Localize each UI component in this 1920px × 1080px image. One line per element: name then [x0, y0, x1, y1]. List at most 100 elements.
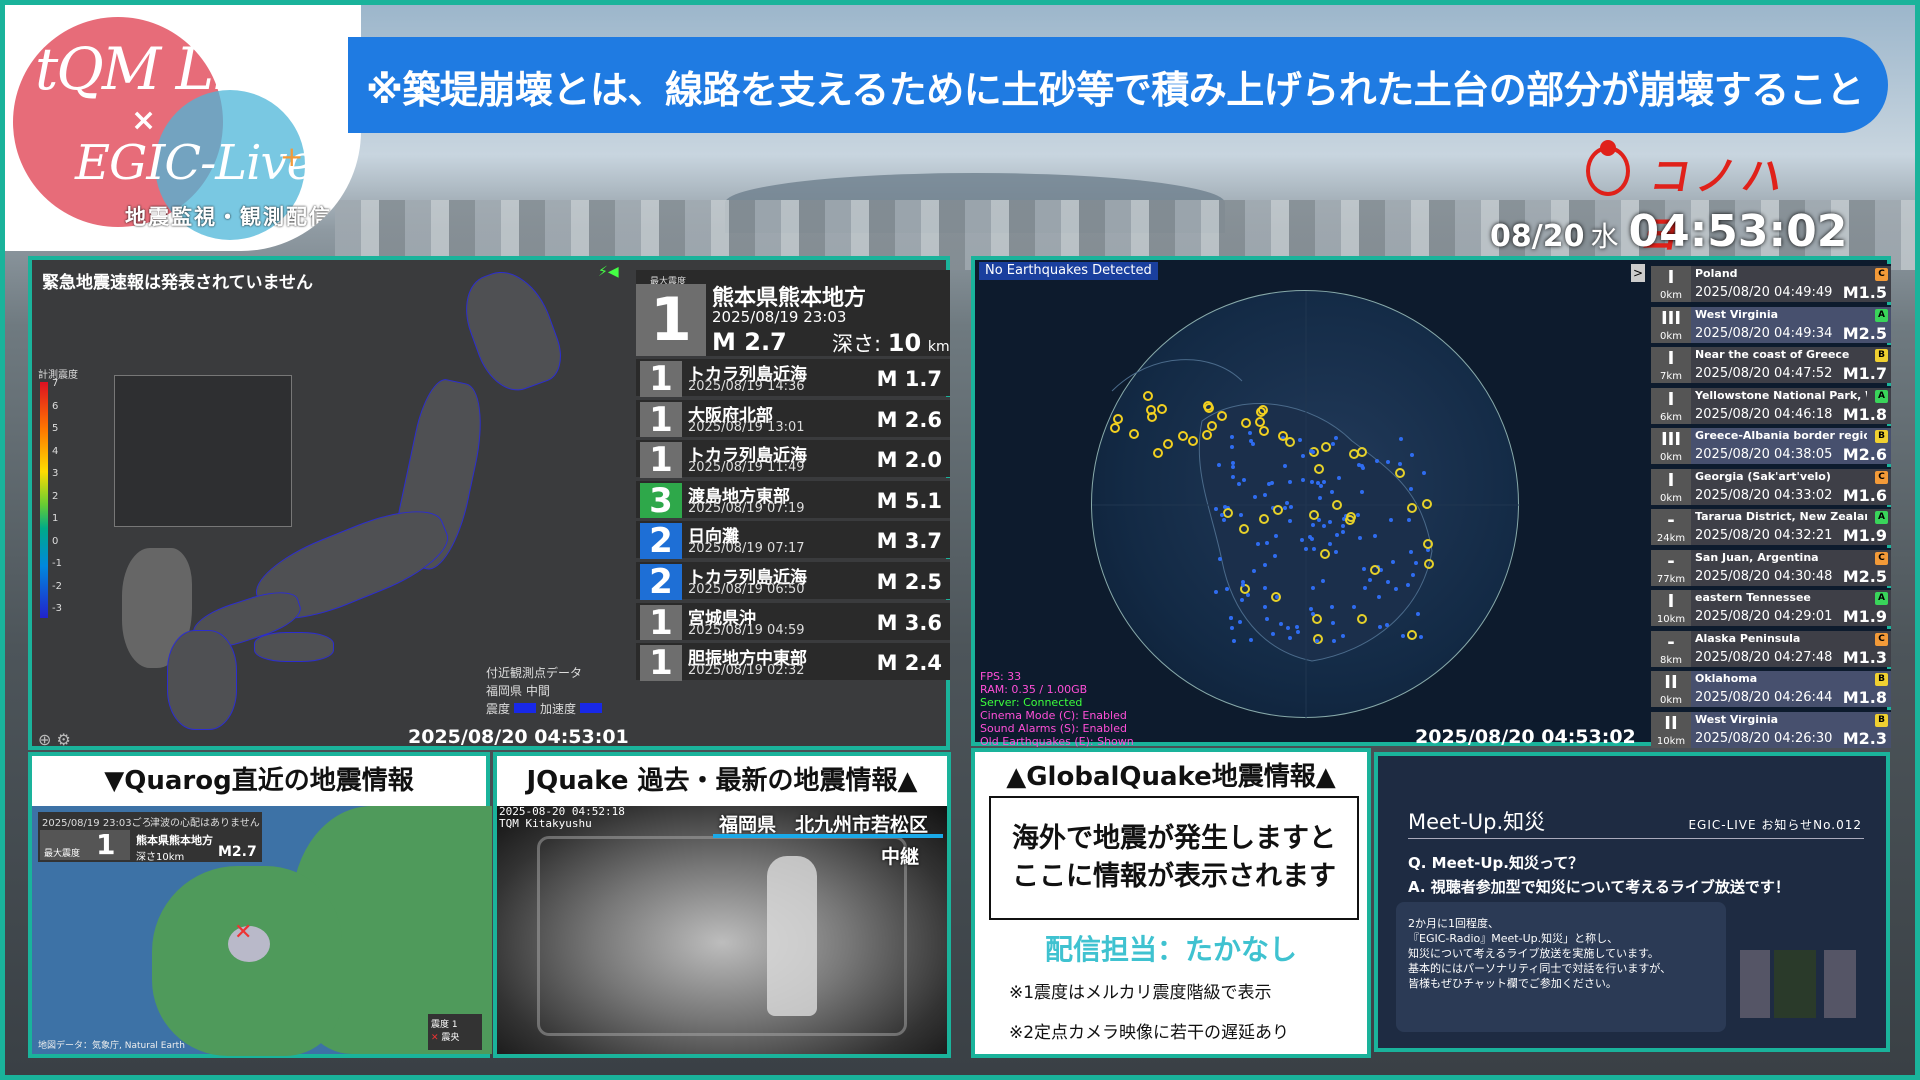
seismic-station-marker [1318, 483, 1323, 488]
gq-place: Greece-Albania border region [1695, 429, 1867, 442]
seismic-station-marker [1213, 506, 1218, 511]
globe-map[interactable] [1091, 290, 1520, 719]
gq-magnitude: M2.3 [1842, 728, 1887, 748]
jquake-header: JQuake 過去・最新の地震情報▲ [497, 756, 947, 806]
station-accel-swatch [580, 703, 603, 713]
epicenter-x-icon: ✕ [234, 920, 253, 945]
gq-quake-item[interactable]: -77km San Juan, Argentina 2025/08/20 04:… [1651, 547, 1891, 586]
quake-list-item[interactable]: 1 大阪府北部 2025/08/19 13:01 M 2.6 [636, 396, 950, 438]
quarog-card-label: 最大震度 [44, 849, 81, 859]
gq-stat-line: RAM: 0.35 / 1.00GB [980, 683, 1088, 696]
gq-depth: 10km [1656, 614, 1686, 625]
quarog-attribution: 地図データ：気象庁, Natural Earth [38, 1041, 185, 1051]
jquake-panel: JQuake 過去・最新の地震情報▲ 2025-08-20 04:52:18 TQ… [493, 752, 951, 1058]
gq-intensity: II 10km [1651, 711, 1691, 748]
seismic-station-marker [1314, 639, 1319, 643]
seismic-station-marker [1219, 512, 1224, 517]
gq-quake-info: West Virginia 2025/08/20 04:26:30 M2.3 B [1691, 711, 1891, 748]
gq-intensity: -77km [1651, 549, 1691, 586]
seismic-station-marker [1279, 621, 1284, 626]
station-intensity-swatch [514, 703, 537, 713]
settings-icons[interactable]: ⊕ ⚙ [38, 730, 71, 749]
quake-list-item[interactable]: 1 トカラ列島近海 2025/08/19 11:49 M 2.0 [636, 437, 950, 479]
seismic-station-marker [1241, 579, 1245, 584]
gq-quake-item[interactable]: I 0km Georgia (Sak'art'velo) 2025/08/20 0… [1651, 466, 1891, 505]
seismic-station-marker [1341, 529, 1346, 534]
gq-depth: 8km [1660, 654, 1682, 666]
gq-quake-item[interactable]: I 7km Near the coast of Greece 2025/08/20… [1651, 345, 1891, 383]
seismic-station-marker [1328, 519, 1333, 524]
gq-stat-line: Old Earthquakes (E): Shown [980, 735, 1134, 748]
gq-quake-item[interactable]: -24km Tararua District, New Zealand 2025… [1651, 507, 1891, 545]
gq-quake-item[interactable]: I 10km eastern Tennessee 2025/08/20 04:29… [1651, 588, 1891, 626]
station-data: 付近観測点データ 福岡県 中間 震度 加速度 [486, 664, 606, 718]
seismic-station-marker [1331, 638, 1336, 643]
quarog-map[interactable]: ✕ 2025/08/19 23:03ごろ 津波の心配はありません 最大震度 1 … [32, 806, 492, 1056]
gq-place: Alaska Peninsula [1695, 631, 1801, 645]
quake-list-item[interactable]: 1 宮城県沖 2025/08/19 04:59 M 3.6 [636, 599, 950, 641]
quake-datetime: 2025/08/19 07:19 [688, 500, 805, 516]
logo-plus: + [280, 140, 304, 173]
gq-quake-item[interactable]: III 0km Greece-Albania border region 2025… [1651, 426, 1891, 464]
quake-datetime: 2025/08/19 14:36 [688, 379, 805, 394]
gq-place: eastern Tennessee [1695, 591, 1811, 604]
gq-quake-item[interactable]: I 0km Poland 2025/08/20 04:49:49 M1.5 C [1651, 264, 1891, 302]
seismic-station-marker [1385, 579, 1390, 584]
gq-list-toggle[interactable]: > [1631, 264, 1645, 282]
gq-quake-info: Alaska Peninsula 2025/08/20 04:27:48 M1.… [1691, 630, 1891, 667]
quake-list-item[interactable]: 3 渡島地方東部 2025/08/19 07:19 M 5.1 [636, 477, 950, 519]
camera-location-underline [713, 834, 943, 838]
scale-label: 6 [52, 400, 59, 412]
gq-datetime: 2025/08/20 04:47:52 [1695, 366, 1833, 381]
logo-text-cross: × [131, 103, 157, 138]
camera-timestamp: 2025-08-20 04:52:18 TQM Kitakyushu [499, 805, 625, 830]
quarog-card-intbox: 最大震度 1 [40, 828, 130, 861]
camera-relay: 中継 [881, 846, 920, 868]
scale-label: 7 [52, 378, 59, 389]
japan-quake-panel: 緊急地震速報は発表されていません 計測震度 7 6 5 4 3 2 1 0 -1 -2 -3 付近観… [28, 256, 950, 750]
scale-label: 5 [52, 423, 59, 434]
seismic-station-marker [1301, 477, 1306, 482]
gq-quake-item[interactable]: I6km Yellowstone National Park, Wyoming … [1651, 385, 1891, 424]
eew-status: 緊急地震速報は発表されていません [42, 273, 313, 293]
seismic-station-marker [1357, 613, 1368, 624]
news-ticker: ※築堤崩壊とは、線路を支えるために土砂等で積み上げられた土台の部分が崩壊すること… [348, 37, 1888, 133]
latest-quake-card[interactable]: 最大震度 1 熊本県熊本地方 2025/08/19 23:03 M 2.7 深さ… [636, 270, 950, 357]
gq-quake-info: Greece-Albania border region 2025/08/20 … [1691, 428, 1891, 464]
gq-datetime: 2025/08/20 04:30:48 [1695, 568, 1833, 584]
gq-quake-item[interactable]: III 0km West Virginia 2025/08/20 04:49:34… [1651, 304, 1891, 343]
scale-label: 0 [52, 535, 59, 547]
quake-magnitude: M 3.6 [876, 610, 942, 635]
seismic-station-marker [1157, 403, 1168, 414]
seismic-station-marker [1300, 453, 1305, 458]
quake-list-item[interactable]: 2 日向灘 2025/08/19 07:17 M 3.7 [636, 518, 950, 560]
seismic-station-marker [1252, 494, 1257, 499]
seismic-station-marker [1319, 548, 1330, 559]
quake-list-item[interactable]: 1 トカラ列島近海 2025/08/19 14:36 M 1.7 [636, 356, 950, 397]
quarog-card-intensity: 1 [96, 828, 116, 861]
quake-list-item[interactable]: 2 トカラ列島近海 2025/08/19 06:50 M 2.5 [636, 559, 950, 600]
gq-quake-item[interactable]: II 10km West Virginia 2025/08/20 04:26:30… [1651, 709, 1891, 748]
meetup-panel: Meet-Up.知災 EGIC-LIVE お知らせNo.012 Q. Meet-… [1374, 752, 1890, 1052]
seismic-station-marker [1296, 629, 1301, 634]
gq-quake-info: San Juan, Argentina 2025/08/20 04:30:48 … [1691, 549, 1891, 586]
seismic-station-marker [1249, 438, 1254, 443]
gq-quake-item[interactable]: -8km Alaska Peninsula 2025/08/20 04:27:4… [1651, 628, 1891, 667]
quake-datetime: 2025/08/19 13:01 [688, 419, 805, 435]
gq-depth: 0km [1660, 695, 1682, 706]
seismic-station-marker [1369, 565, 1380, 576]
seismic-station-marker [1308, 510, 1319, 521]
seismic-station-marker [1230, 465, 1235, 470]
gq-magnitude: M2.5 [1842, 323, 1887, 343]
quarog-card-tsunami: 津波の心配はありません [150, 818, 260, 829]
gq-place: San Juan, Argentina [1695, 550, 1819, 564]
meetup-body-line: 皆様もぜひチャット欄でご参加ください。 [1408, 977, 1617, 990]
gq-quake-info: Oklahoma 2025/08/20 04:26:44 M1.8 B [1691, 671, 1891, 707]
quake-list-item[interactable]: 1 胆振地方中東部 2025/08/19 02:32 M 2.4 [636, 640, 950, 682]
gq-info-panel: ▲GlobalQuake地震情報▲ 海外で地震が発生しますと ここに情報が表示され… [971, 748, 1371, 1058]
quarog-panel: ▼Quarog直近の地震情報 ✕ 2025/08/19 23:03ごろ 津波の心… [28, 752, 492, 1058]
gq-quake-item[interactable]: II 0km Oklahoma 2025/08/20 04:26:44 M1.8 … [1651, 669, 1891, 707]
gq-magnitude: M1.8 [1842, 404, 1887, 424]
seismic-station-marker [1346, 511, 1357, 522]
seismic-station-marker [1367, 577, 1372, 582]
